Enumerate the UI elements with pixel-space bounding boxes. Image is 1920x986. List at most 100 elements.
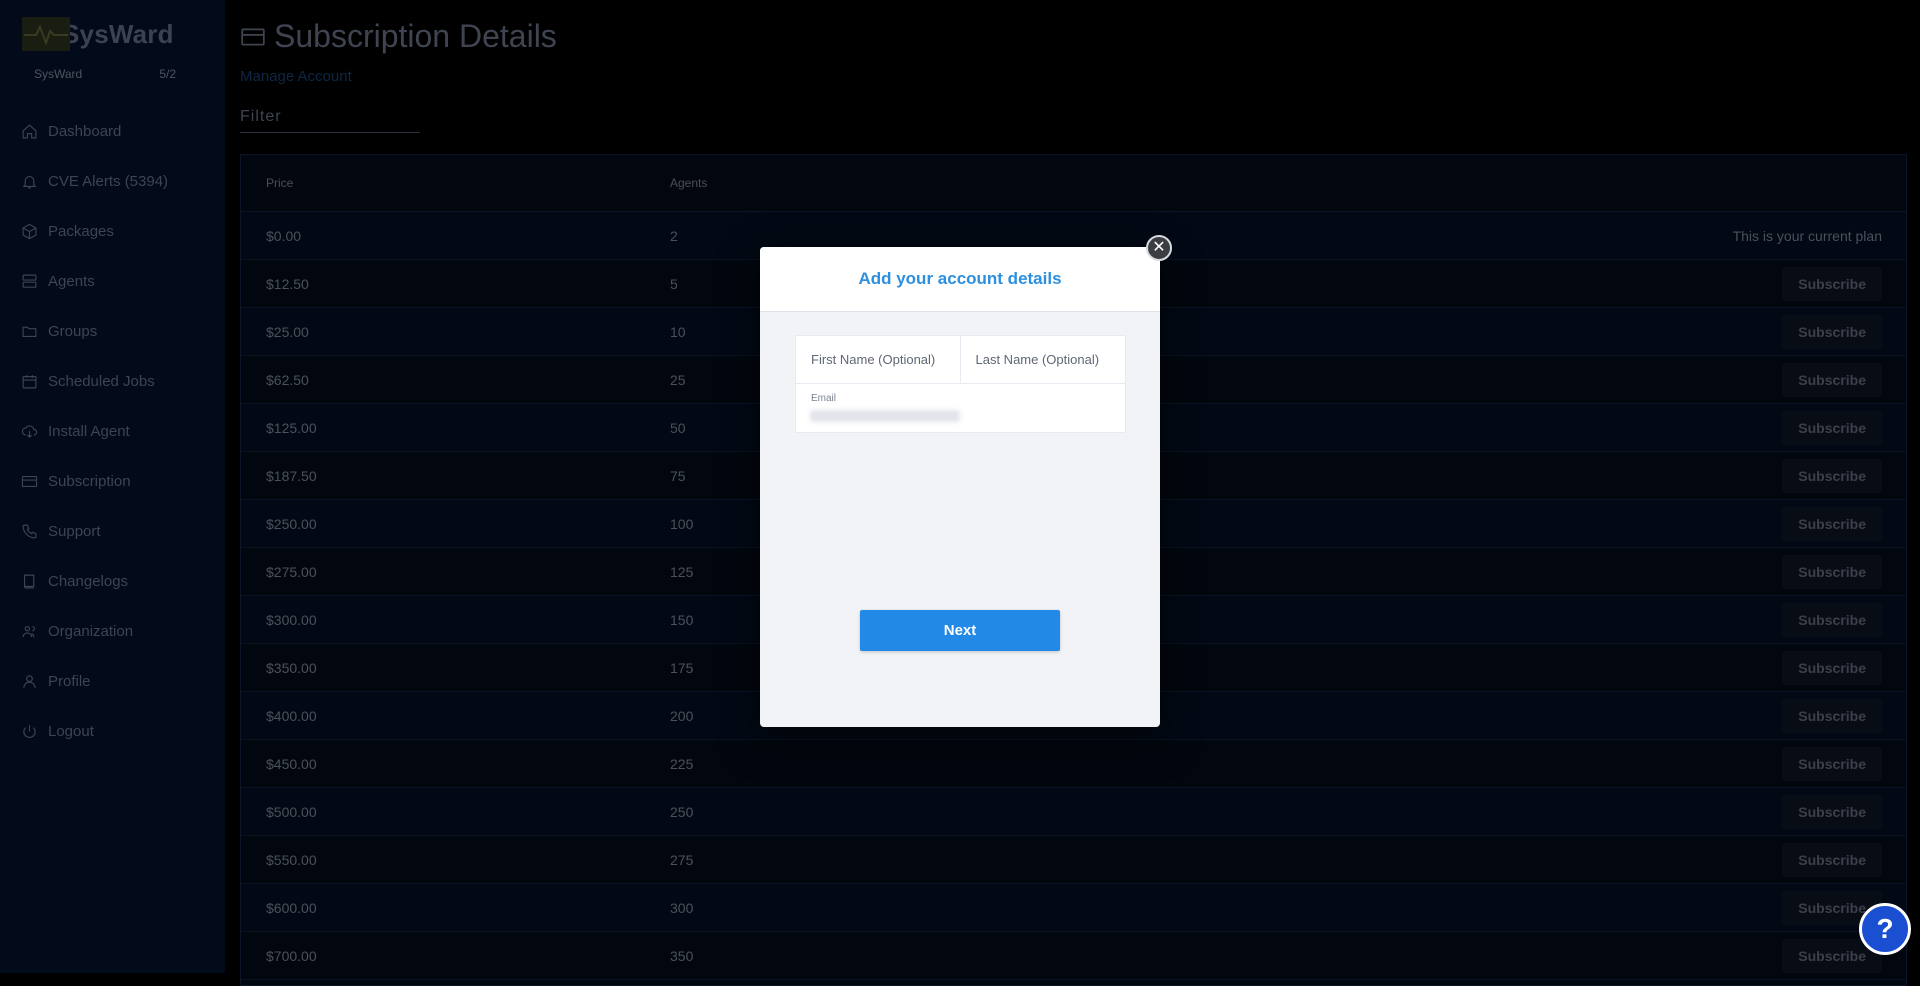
close-icon[interactable]: ✕ [1146,235,1172,261]
subscribe-button[interactable]: Subscribe [1782,362,1882,397]
action-cell: Subscribe [1270,643,1906,692]
cloud-download-icon [20,422,38,440]
subscribe-button[interactable]: Subscribe [1782,506,1882,541]
price-cell: $275.00 [241,547,670,596]
users-icon [20,622,38,640]
action-cell: This is your current plan [1270,211,1906,260]
sidebar-item-changelogs[interactable]: Changelogs [0,556,225,606]
table-header-row: Price Agents [241,155,1906,212]
credit-card-icon [241,28,265,45]
sidebar-item-install-agent[interactable]: Install Agent [0,406,225,456]
subscribe-button[interactable]: Subscribe [1782,794,1882,829]
price-cell: $250.00 [241,499,670,548]
action-cell: Subscribe [1270,355,1906,404]
plan-count: 5/2 [159,67,176,81]
table-row: $550.00 275 Subscribe [241,835,1906,884]
email-label: Email [811,393,837,404]
subscribe-button[interactable]: Subscribe [1782,650,1882,685]
sidebar-item-label: Support [48,522,101,540]
agents-cell: 350 [670,931,1270,980]
subscribe-button[interactable]: Subscribe [1782,458,1882,493]
subscribe-button[interactable]: Subscribe [1782,842,1882,877]
sidebar-item-label: Organization [48,622,134,640]
email-value-redacted [810,410,960,422]
sidebar-item-label: Subscription [48,472,131,490]
sidebar-item-label: Agents [48,272,95,290]
price-cell: $25.00 [241,307,670,356]
sidebar-item-groups[interactable]: Groups [0,306,225,356]
price-cell: $187.50 [241,451,670,500]
agents-cell: 225 [670,739,1270,788]
table-row: $600.00 300 Subscribe [241,883,1906,932]
action-cell: Subscribe [1270,259,1906,308]
sidebar-nav: Dashboard CVE Alerts (5394) Packages Age… [0,106,225,756]
help-button[interactable]: ? [1859,903,1911,955]
subscribe-button[interactable]: Subscribe [1782,410,1882,445]
sidebar-item-profile[interactable]: Profile [0,656,225,706]
subscribe-button[interactable]: Subscribe [1782,314,1882,349]
action-cell: Subscribe [1270,307,1906,356]
sidebar-item-dashboard[interactable]: Dashboard [0,106,225,156]
sidebar: SysWard SysWard 5/2 Dashboard CVE Alerts… [0,0,225,973]
box-icon [20,222,38,240]
subscribe-button[interactable]: Subscribe [1782,746,1882,781]
sidebar-item-agents[interactable]: Agents [0,256,225,306]
bell-icon [20,172,38,190]
org-row: SysWard 5/2 [34,67,176,81]
price-cell: $550.00 [241,835,670,884]
sidebar-item-label: Logout [48,722,94,740]
subscribe-button[interactable]: Subscribe [1782,266,1882,301]
name-row [796,336,1125,384]
sidebar-item-label: Install Agent [48,422,130,440]
action-cell: Subscribe [1270,403,1906,452]
first-name-field[interactable] [796,336,961,383]
next-button[interactable]: Next [860,610,1060,651]
action-cell: Subscribe [1270,547,1906,596]
home-icon [20,122,38,140]
price-cell: $125.00 [241,403,670,452]
price-cell: $300.00 [241,595,670,644]
action-cell: Subscribe [1270,787,1906,836]
subscribe-button[interactable]: Subscribe [1782,602,1882,637]
sidebar-item-cve-alerts[interactable]: CVE Alerts (5394) [0,156,225,206]
org-name: SysWard [34,67,83,81]
price-cell: $0.00 [241,211,670,260]
brand[interactable]: SysWard [22,14,174,54]
sidebar-item-logout[interactable]: Logout [0,706,225,756]
sidebar-item-scheduled-jobs[interactable]: Scheduled Jobs [0,356,225,406]
filter-input[interactable] [240,104,420,133]
sidebar-item-label: CVE Alerts (5394) [48,172,169,190]
email-field[interactable]: Email [796,384,1125,432]
manage-account-link[interactable]: Manage Account [240,68,352,85]
sidebar-item-label: Dashboard [48,122,122,140]
action-cell: Subscribe [1270,499,1906,548]
brand-name: SysWard [62,18,174,49]
action-cell: Subscribe [1270,595,1906,644]
price-cell: $62.50 [241,355,670,404]
action-cell: Subscribe [1270,835,1906,884]
price-cell: $400.00 [241,691,670,740]
sidebar-item-support[interactable]: Support [0,506,225,556]
price-cell: $350.00 [241,643,670,692]
price-column-header[interactable]: Price [241,155,670,212]
power-icon [20,722,38,740]
price-cell: $450.00 [241,739,670,788]
subscribe-button[interactable]: Subscribe [1782,698,1882,733]
sidebar-item-organization[interactable]: Organization [0,606,225,656]
subscribe-button[interactable]: Subscribe [1782,554,1882,589]
sidebar-item-packages[interactable]: Packages [0,206,225,256]
last-name-field[interactable] [960,336,1125,383]
sidebar-item-label: Packages [48,222,114,240]
sidebar-item-label: Profile [48,672,91,690]
price-cell: $600.00 [241,883,670,932]
sysward-logo-icon [22,17,70,51]
action-cell: Subscribe [1270,739,1906,788]
sidebar-item-subscription[interactable]: Subscription [0,456,225,506]
agents-cell: 300 [670,883,1270,932]
account-details-modal: Add your account details Email Next [760,247,1160,727]
calendar-icon [20,372,38,390]
book-icon [20,572,38,590]
user-icon [20,672,38,690]
agents-column-header[interactable]: Agents [670,155,1270,212]
account-form: Email [795,335,1126,433]
